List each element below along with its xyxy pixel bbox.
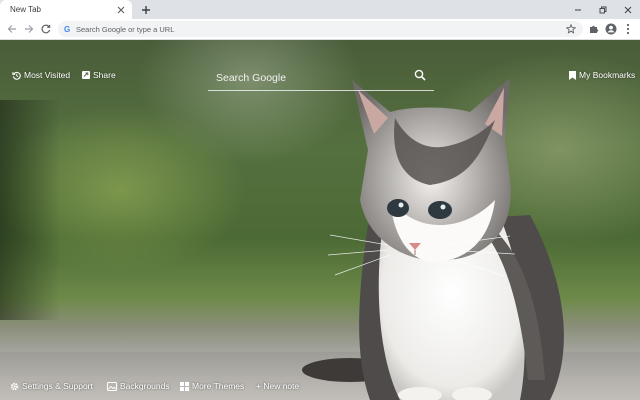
share-link[interactable]: Share — [82, 70, 116, 80]
image-icon — [107, 381, 117, 391]
restore-button[interactable] — [591, 0, 615, 19]
close-icon[interactable] — [114, 3, 128, 17]
minimize-button[interactable] — [566, 0, 590, 19]
forward-button[interactable] — [22, 22, 36, 36]
browser-toolbar: G Search Google or type a URL — [0, 19, 640, 40]
reload-button[interactable] — [39, 22, 53, 36]
background-shadow — [0, 100, 60, 320]
history-icon — [12, 71, 21, 80]
kitten-photo — [302, 78, 564, 400]
new-tab-button[interactable] — [138, 2, 153, 17]
search-icon[interactable] — [414, 68, 428, 82]
tab-new-tab[interactable]: New Tab — [0, 0, 132, 19]
settings-support-label: Settings & Support — [22, 381, 93, 391]
new-note-link[interactable]: + New note — [256, 381, 299, 391]
account-circle-icon — [605, 23, 617, 35]
kebab-menu-icon — [626, 23, 630, 35]
more-themes-label: More Themes — [192, 381, 245, 391]
reload-icon — [41, 24, 51, 34]
grid-icon — [180, 381, 189, 391]
my-bookmarks-link[interactable]: My Bookmarks — [569, 70, 635, 80]
google-g-icon: G — [64, 24, 71, 34]
gear-icon — [10, 382, 19, 390]
share-icon — [82, 71, 90, 79]
back-button[interactable] — [5, 22, 19, 36]
more-themes-link[interactable]: More Themes — [180, 381, 244, 391]
plus-icon — [141, 5, 150, 14]
arrow-forward-icon — [25, 25, 34, 33]
menu-button[interactable] — [621, 22, 635, 36]
bookmark-icon — [569, 70, 576, 80]
tab-title: New Tab — [10, 5, 41, 14]
new-note-label: + New note — [256, 381, 300, 391]
backgrounds-label: Backgrounds — [120, 381, 170, 391]
close-window-icon — [624, 6, 632, 13]
puzzle-icon — [590, 25, 599, 33]
minimize-icon — [575, 9, 581, 10]
restore-icon — [599, 6, 607, 13]
new-tab-page: Most Visited Share My Bookmarks Settings… — [0, 40, 640, 400]
tab-strip: New Tab — [0, 0, 640, 19]
address-bar[interactable]: G Search Google or type a URL — [58, 21, 583, 37]
address-bar-placeholder: Search Google or type a URL — [76, 24, 175, 34]
backgrounds-link[interactable]: Backgrounds — [107, 381, 170, 391]
search-input[interactable] — [214, 68, 408, 88]
most-visited-link[interactable]: Most Visited — [12, 70, 70, 80]
share-label: Share — [93, 70, 116, 80]
google-search-box[interactable] — [208, 64, 434, 91]
my-bookmarks-label: My Bookmarks — [579, 70, 636, 80]
close-window-button[interactable] — [616, 0, 640, 19]
settings-support-link[interactable]: Settings & Support — [10, 381, 93, 391]
arrow-back-icon — [7, 25, 16, 33]
star-icon[interactable] — [565, 23, 577, 35]
most-visited-label: Most Visited — [24, 70, 71, 80]
extensions-button[interactable] — [587, 22, 601, 36]
bottom-bar: Settings & Support Backgrounds More Them… — [0, 372, 640, 400]
profile-button[interactable] — [604, 22, 618, 36]
